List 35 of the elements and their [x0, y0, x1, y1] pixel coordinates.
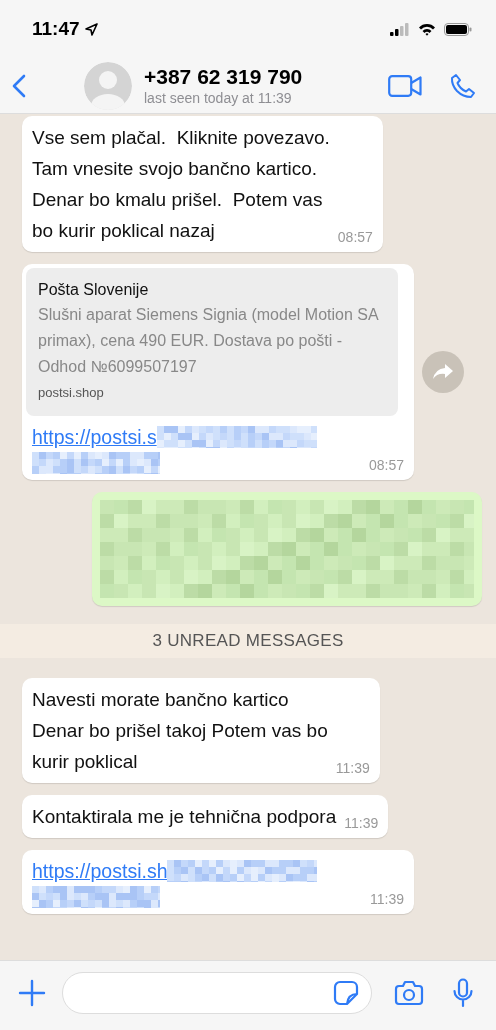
signal-icon [390, 22, 410, 36]
preview-title: Pošta Slovenije [38, 280, 150, 300]
message-bubble[interactable]: Vse sem plačal. Kliknite povezavo. Tam vnesite svojo bančno kartico. Denar bo kmalu prišel. Potem vas bo kurir poklical nazaj 08:57 [22, 116, 383, 252]
message-time: 11:39 [369, 890, 404, 908]
message-text: Kontaktirala me je tehnična podpora [32, 805, 337, 829]
video-call-icon[interactable] [388, 74, 422, 97]
phone-call-icon[interactable] [450, 72, 476, 99]
unread-label: 3 UNREAD MESSAGES [152, 631, 344, 651]
sticker-icon[interactable] [333, 979, 359, 1006]
message-bubble[interactable]: Navesti morate bančno kartico Denar bo prišel takoj Potem vas bo kurir poklical 11:39 [22, 678, 380, 783]
message-text: Vse sem plačal. Kliknite povezavo. Tam vnesite svojo bančno kartico. Denar bo kmalu prišel. Potem vas bo kurir poklical nazaj [32, 126, 330, 243]
battery-icon [444, 22, 472, 36]
last-seen-status: last seen today at 11:39 [144, 88, 293, 107]
message-text: Navesti morate bančno kartico Denar bo prišel takoj Potem vas bo kurir poklical [32, 688, 328, 774]
link-preview-card[interactable]: Pošta Slovenije Slušni aparat Siemens Signia (model Motion SA primax), cena 490 EUR. Dostava po pošti - Odhod №6099507197 postsi.shop [26, 268, 398, 416]
message-time: 11:39 [343, 814, 379, 832]
camera-icon[interactable] [394, 979, 424, 1006]
message-time: 08:57 [367, 456, 404, 474]
preview-domain: postsi.shop [38, 384, 105, 402]
clock-time: 11:47 [32, 18, 80, 40]
message-bubble[interactable]: https://postsi.sh 11:39 [22, 850, 414, 914]
message-time: 11:39 [334, 759, 370, 777]
message-link[interactable]: https://postsi.s [32, 422, 157, 452]
preview-description: Slušni aparat Siemens Signia (model Motion SA primax), cena 490 EUR. Dostava po pošti - Odhod №6099507197 [38, 305, 380, 377]
location-arrow-icon [84, 22, 98, 36]
message-bubble[interactable]: Kontaktirala me je tehnična podpora 11:39 [22, 795, 389, 838]
contact-name: +387 62 319 790 [144, 64, 304, 89]
message-bubble[interactable]: Pošta Slovenije Slušni aparat Siemens Signia (model Motion SA primax), cena 490 EUR. Dostava po pošti - Odhod №6099507197 postsi.shop https://postsi.s 08:57 [22, 264, 414, 480]
add-icon[interactable] [18, 978, 46, 1007]
wifi-icon [418, 22, 436, 36]
microphone-icon[interactable] [452, 977, 474, 1008]
message-time: 08:57 [336, 228, 373, 246]
back-icon[interactable] [12, 73, 26, 98]
message-link[interactable]: https://postsi.sh [32, 856, 168, 886]
message-input-field[interactable] [62, 971, 372, 1014]
